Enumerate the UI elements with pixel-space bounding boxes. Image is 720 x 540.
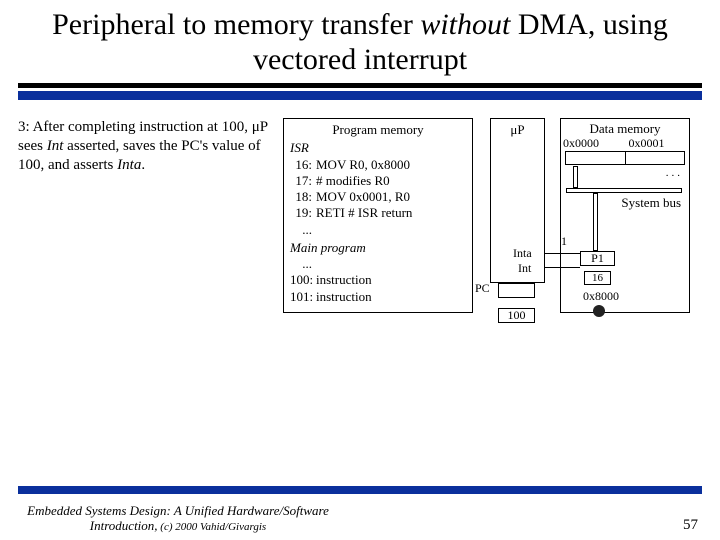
slide: Peripheral to memory transfer without DM…: [0, 0, 720, 540]
pc-label: PC: [475, 281, 490, 296]
title-pre: Peripheral to memory transfer: [52, 8, 420, 41]
int-label: Int: [518, 261, 531, 276]
dots-icon: ...: [666, 167, 683, 179]
data-memory-title: Data memory: [561, 121, 689, 137]
data-memory-cells: [565, 151, 685, 165]
peripheral-led-icon: [593, 305, 605, 317]
page-number: 57: [683, 517, 698, 534]
program-memory-box: Program memory ISR 16:MOV R0, 0x8000 17:…: [283, 118, 473, 313]
program-memory-title: Program memory: [290, 122, 466, 138]
system-bus-wire: [566, 188, 682, 193]
code-dots: ...: [290, 222, 466, 238]
data-memory-addresses: 0x0000 0x0001: [561, 136, 689, 151]
data-memory-box: Data memory 0x0000 0x0001 ... System bus: [560, 118, 690, 313]
inta-label: Inta: [513, 246, 532, 261]
main-program-label: Main program: [290, 240, 466, 256]
pc-value-box: 100: [498, 308, 535, 323]
code-row: 19:RETI # ISR return: [290, 205, 466, 221]
pc-box: [498, 283, 535, 298]
content-row: 3: After completing instruction at 100, …: [18, 118, 702, 348]
title-italic: without: [420, 8, 510, 41]
step-description: 3: After completing instruction at 100, …: [18, 118, 283, 348]
peripheral-address: 0x8000: [583, 289, 619, 304]
bus-stub-peripheral: [593, 193, 598, 251]
bus-stub-memory: [573, 166, 578, 188]
code-row: 16:MOV R0, 0x8000: [290, 157, 466, 173]
peripheral-reg-box: 16: [584, 271, 611, 285]
rule-black: [18, 83, 702, 88]
footer-rule-blue: [18, 486, 702, 494]
microprocessor-label: μP: [491, 122, 544, 138]
slide-title: Peripheral to memory transfer without DM…: [18, 8, 702, 81]
peripheral-p1-box: P1: [580, 251, 615, 266]
rule-blue: [18, 91, 702, 100]
code-row: 100:instruction: [290, 272, 466, 288]
data-cell: [626, 151, 686, 165]
diagram: Program memory ISR 16:MOV R0, 0x8000 17:…: [283, 118, 702, 348]
isr-label: ISR: [290, 140, 466, 156]
code-row: 17:# modifies R0: [290, 173, 466, 189]
code-row: 101:instruction: [290, 289, 466, 305]
code-row: 18:MOV 0x0001, R0: [290, 189, 466, 205]
footer-citation: Embedded Systems Design: A Unified Hardw…: [18, 504, 338, 534]
footer: Embedded Systems Design: A Unified Hardw…: [0, 504, 720, 534]
data-cell: [565, 151, 626, 165]
code-dots: ...: [290, 256, 466, 272]
system-bus-label: System bus: [621, 195, 681, 211]
